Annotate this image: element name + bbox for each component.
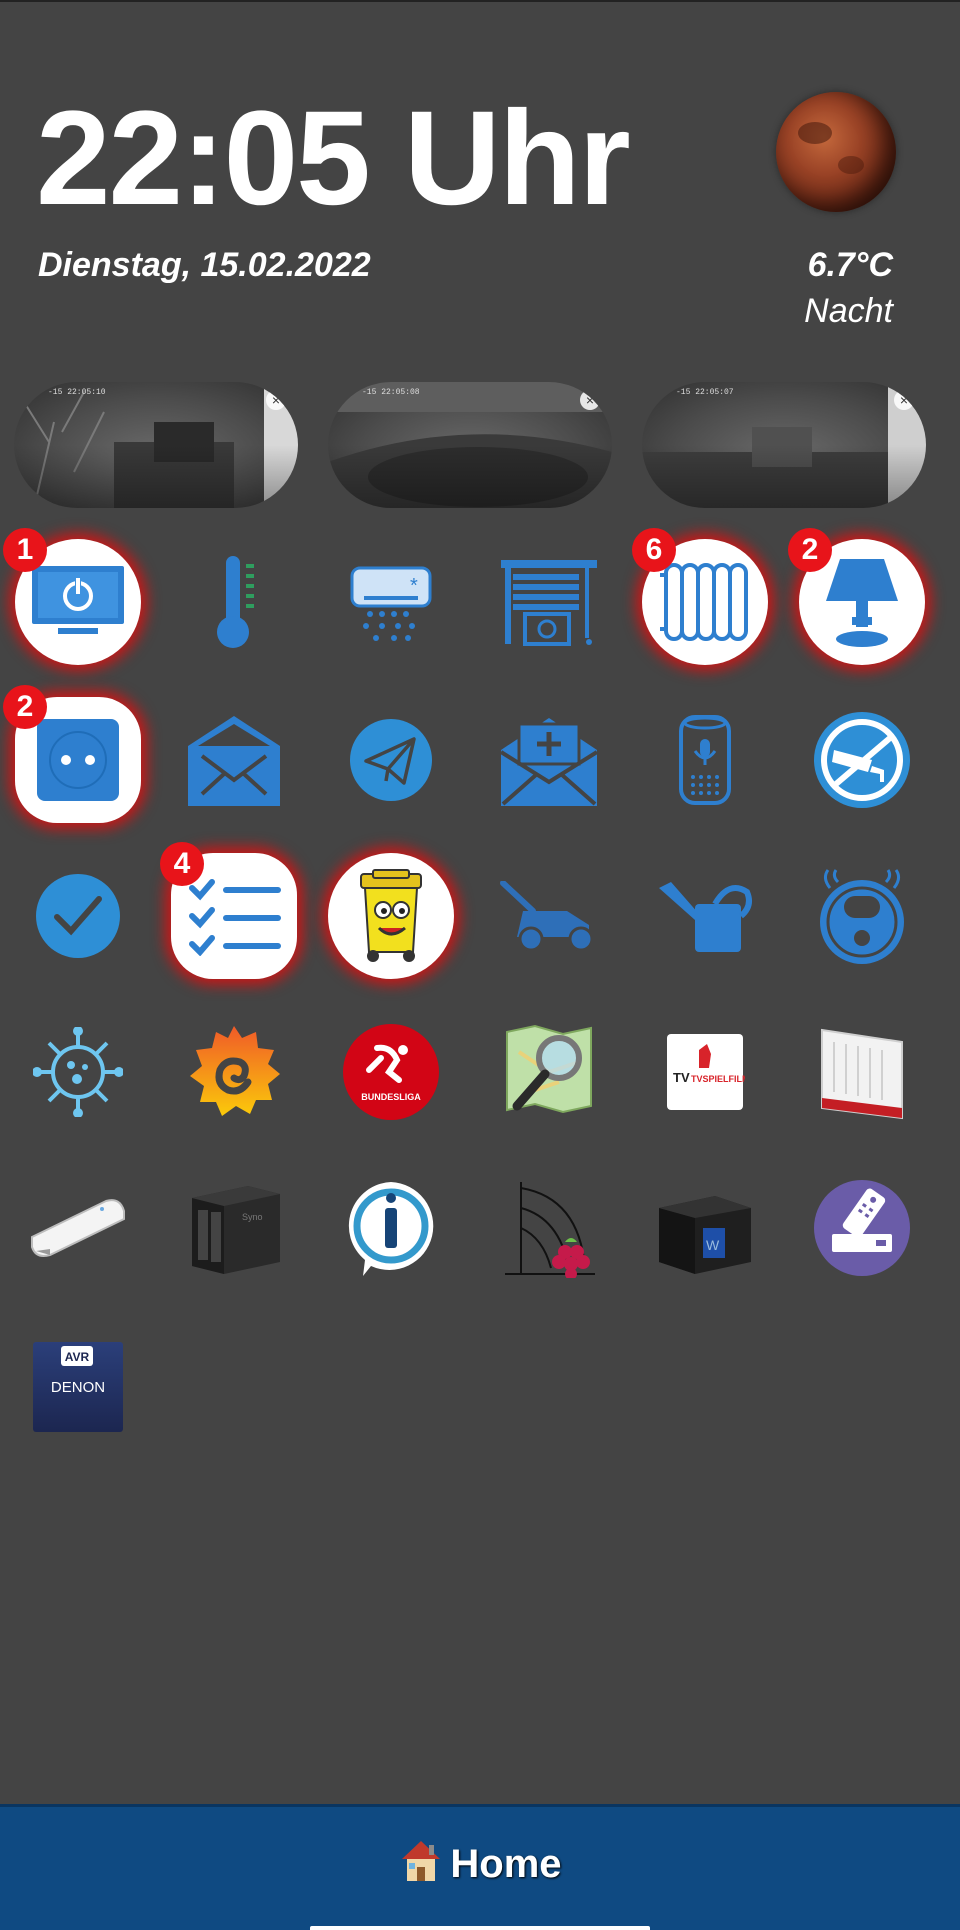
raspberry-pi-icon	[505, 1182, 595, 1278]
lawn-mower-tile[interactable]	[486, 853, 612, 979]
close-icon[interactable]: ×	[894, 390, 914, 410]
power-socket-icon	[37, 719, 119, 801]
camera-2-timestamp: -15 22:05:08	[362, 388, 420, 397]
thermometer-tile[interactable]	[171, 539, 297, 665]
bundesliga-tile[interactable]: BUNDESLIGA	[328, 1009, 454, 1135]
denon-avr-badge-text: AVR	[65, 1350, 90, 1364]
house-icon	[402, 1841, 441, 1881]
camera-3-timestamp: -15 22:05:07	[676, 388, 734, 397]
temperature-label: 6.7°C	[807, 246, 893, 284]
camera-feed-3[interactable]: -15 22:05:07 ×	[642, 382, 926, 508]
camera-1-timestamp: -15 22:05:10	[48, 388, 106, 397]
tv-badge: 1	[3, 528, 47, 572]
map-search-tile[interactable]	[486, 1009, 612, 1135]
iobroker-icon	[348, 1182, 434, 1276]
virus-tile[interactable]	[15, 1009, 141, 1135]
socket-badge: 2	[3, 685, 47, 729]
air-conditioner-icon: *	[350, 566, 432, 641]
table-lamp-icon	[826, 559, 898, 647]
day-phase-label: Nacht	[804, 292, 893, 330]
grafana-icon	[190, 1026, 280, 1116]
usb-stick-tile[interactable]	[15, 1165, 141, 1291]
media-player-icon: W	[659, 1196, 751, 1274]
denon-text: DENON	[51, 1379, 105, 1396]
checkmark-tile[interactable]	[15, 853, 141, 979]
svg-text:Syno: Syno	[242, 1212, 263, 1222]
top-edge	[0, 0, 960, 2]
new-mail-icon	[499, 718, 599, 806]
lawn-mower-icon	[500, 881, 594, 951]
usb-stick-icon	[31, 1199, 125, 1257]
close-icon[interactable]: ×	[580, 390, 600, 410]
tv-spielfilm-text: TVSPIELFILM	[691, 1074, 745, 1084]
tv-prefix-text: TV	[673, 1070, 690, 1085]
denon-tile[interactable]: AVR DENON	[15, 1324, 141, 1450]
checkmark-icon	[36, 874, 120, 958]
svg-text:*: *	[410, 575, 418, 597]
denon-avr-icon: AVR DENON	[33, 1342, 123, 1432]
tv-spielfilm-icon: TV TVSPIELFILM	[667, 1034, 745, 1110]
virus-icon	[33, 1027, 123, 1117]
smart-speaker-tile[interactable]	[642, 697, 768, 823]
watering-can-tile[interactable]	[642, 853, 768, 979]
security-camera-icon	[814, 712, 910, 808]
router-icon	[821, 1028, 903, 1120]
home-label: Home	[450, 1842, 562, 1886]
heating-badge: 6	[632, 528, 676, 572]
lamp-badge: 2	[788, 528, 832, 572]
tv-power-icon	[32, 566, 124, 634]
mailbox-tile[interactable]	[171, 697, 297, 823]
new-mail-tile[interactable]	[486, 697, 612, 823]
tasks-badge: 4	[160, 842, 204, 886]
router-tile[interactable]	[799, 1009, 925, 1135]
bottom-navigation: Home	[0, 1804, 960, 1930]
moon-icon	[776, 92, 896, 212]
remote-control-icon	[814, 1180, 910, 1276]
camera-feed-1[interactable]: -15 22:05:10 ×	[14, 382, 298, 508]
task-list-icon	[189, 879, 281, 956]
media-player-tile[interactable]: W	[642, 1165, 768, 1291]
radiator-icon	[660, 563, 748, 641]
trash-tile[interactable]	[328, 853, 454, 979]
nas-icon: Syno	[192, 1186, 280, 1274]
date-label: Dienstag, 15.02.2022	[38, 246, 371, 284]
blinds-tile[interactable]	[486, 539, 612, 665]
bundesliga-text: BUNDESLIGA	[361, 1092, 421, 1102]
telegram-icon	[350, 719, 432, 801]
mailbox-icon	[188, 716, 280, 806]
clock-time: 22:05 Uhr	[36, 84, 631, 233]
blinds-settings-icon	[501, 560, 597, 646]
air-conditioner-tile[interactable]: *	[328, 539, 454, 665]
trash-bin-mascot-icon	[360, 869, 422, 962]
telegram-tile[interactable]	[328, 697, 454, 823]
thermometer-icon	[217, 556, 254, 648]
svg-text:W: W	[706, 1237, 720, 1253]
remote-tile[interactable]	[799, 1165, 925, 1291]
grafana-tile[interactable]	[171, 1009, 297, 1135]
iobroker-tile[interactable]	[328, 1165, 454, 1291]
raspberry-pi-tile[interactable]	[486, 1165, 612, 1291]
map-search-icon	[506, 1024, 592, 1114]
nas-tile[interactable]: Syno	[171, 1165, 297, 1291]
smart-speaker-icon	[679, 715, 731, 805]
robot-vacuum-icon	[820, 869, 904, 964]
robot-vacuum-tile[interactable]	[799, 853, 925, 979]
camera-feed-2[interactable]: -15 22:05:08 ×	[328, 382, 612, 508]
security-camera-tile[interactable]	[799, 697, 925, 823]
close-icon[interactable]: ×	[266, 390, 286, 410]
bundesliga-icon: BUNDESLIGA	[343, 1024, 439, 1120]
watering-can-icon	[659, 882, 752, 952]
home-nav-item[interactable]: Home	[0, 1837, 960, 1887]
tv-spielfilm-tile[interactable]: TV TVSPIELFILM	[642, 1009, 768, 1135]
